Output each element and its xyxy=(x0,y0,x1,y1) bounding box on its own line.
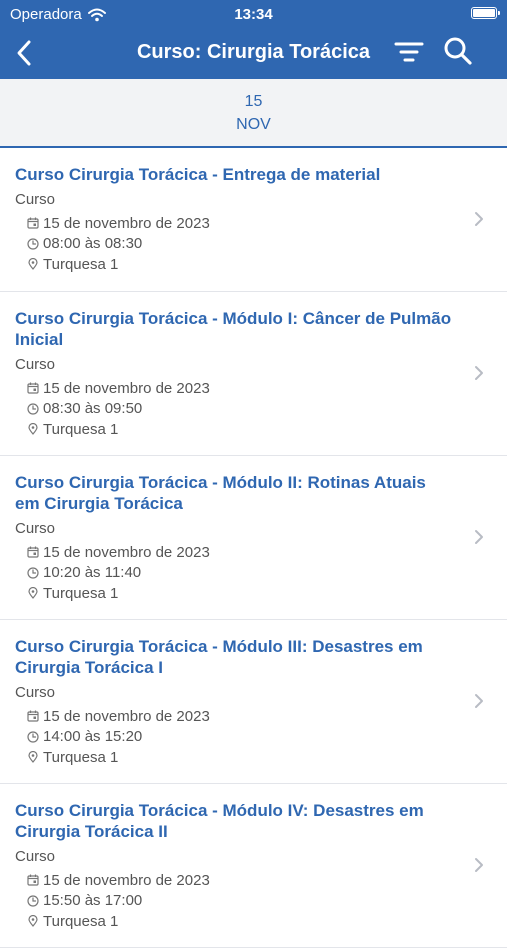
clock-icon xyxy=(27,895,39,907)
chevron-right-icon xyxy=(475,530,483,544)
chevron-right-icon xyxy=(475,366,483,380)
event-time: 15:50 às 17:00 xyxy=(43,892,143,910)
event-location: Turquesa 1 xyxy=(43,420,119,438)
event-type: Curso xyxy=(15,356,56,373)
clock-icon xyxy=(27,567,39,579)
event-type: Curso xyxy=(15,520,56,537)
event-type: Curso xyxy=(15,191,56,208)
event-location: Turquesa 1 xyxy=(43,255,119,273)
event-meta: 15 de novembro de 2023 08:30 às 09:50 Tu… xyxy=(27,378,507,440)
chevron-right-icon xyxy=(475,858,483,872)
filter-icon[interactable] xyxy=(394,38,424,66)
event-item[interactable]: Curso Cirurgia Torácica - Módulo I: Cânc… xyxy=(0,292,507,456)
event-title: Curso Cirurgia Torácica - Entrega de mat… xyxy=(15,165,381,184)
date-selector[interactable]: 15 NOV xyxy=(0,79,507,148)
battery-icon xyxy=(471,7,500,19)
calendar-icon xyxy=(27,382,39,394)
map-pin-icon xyxy=(28,751,38,764)
calendar-icon xyxy=(27,546,39,558)
event-location: Turquesa 1 xyxy=(43,748,119,766)
event-time: 08:00 às 08:30 xyxy=(43,235,143,253)
event-title: Curso Cirurgia Torácica - Módulo IV: Des… xyxy=(15,801,424,841)
event-meta: 15 de novembro de 2023 10:20 às 11:40 Tu… xyxy=(27,542,507,604)
event-date: 15 de novembro de 2023 xyxy=(43,214,210,232)
chevron-right-icon xyxy=(475,694,483,708)
clock-icon xyxy=(27,238,39,250)
status-bar: Operadora 13:34 xyxy=(0,0,507,28)
clock-icon xyxy=(27,731,39,743)
event-item[interactable]: Curso Cirurgia Torácica - Módulo IV: Des… xyxy=(0,784,507,948)
calendar-icon xyxy=(27,217,39,229)
event-item[interactable]: Curso Cirurgia Torácica - Entrega de mat… xyxy=(0,148,507,292)
search-icon[interactable] xyxy=(442,35,474,67)
event-time: 08:30 às 09:50 xyxy=(43,400,143,418)
status-time: 13:34 xyxy=(234,6,273,23)
event-date: 15 de novembro de 2023 xyxy=(43,379,210,397)
event-location: Turquesa 1 xyxy=(43,912,119,930)
clock-icon xyxy=(27,403,39,415)
event-list: Curso Cirurgia Torácica - Entrega de mat… xyxy=(0,148,507,948)
date-day: 15 xyxy=(244,93,263,110)
map-pin-icon xyxy=(28,423,38,436)
event-type: Curso xyxy=(15,684,56,701)
map-pin-icon xyxy=(28,915,38,928)
map-pin-icon xyxy=(28,587,38,600)
event-item[interactable]: Curso Cirurgia Torácica - Módulo III: De… xyxy=(0,620,507,784)
event-date: 15 de novembro de 2023 xyxy=(43,871,210,889)
page-title: Curso: Cirurgia Torácica xyxy=(136,41,371,63)
calendar-icon xyxy=(27,874,39,886)
event-date: 15 de novembro de 2023 xyxy=(43,543,210,561)
event-title: Curso Cirurgia Torácica - Módulo II: Rot… xyxy=(15,473,426,513)
event-title: Curso Cirurgia Torácica - Módulo III: De… xyxy=(15,637,423,677)
calendar-icon xyxy=(27,710,39,722)
event-location: Turquesa 1 xyxy=(43,584,119,602)
event-meta: 15 de novembro de 2023 15:50 às 17:00 Tu… xyxy=(27,870,507,932)
date-month: NOV xyxy=(236,116,271,133)
map-pin-icon xyxy=(28,258,38,271)
chevron-right-icon xyxy=(475,212,483,226)
app-header: Operadora 13:34 Curso: Cirurgia Torácica xyxy=(0,0,507,79)
event-time: 14:00 às 15:20 xyxy=(43,728,143,746)
event-item[interactable]: Curso Cirurgia Torácica - Módulo II: Rot… xyxy=(0,456,507,620)
event-meta: 15 de novembro de 2023 08:00 às 08:30 Tu… xyxy=(27,213,507,275)
event-date: 15 de novembro de 2023 xyxy=(43,707,210,725)
event-type: Curso xyxy=(15,848,56,865)
navigation-bar: Curso: Cirurgia Torácica xyxy=(0,28,507,79)
event-time: 10:20 às 11:40 xyxy=(43,564,142,582)
event-title: Curso Cirurgia Torácica - Módulo I: Cânc… xyxy=(15,309,452,349)
event-meta: 15 de novembro de 2023 14:00 às 15:20 Tu… xyxy=(27,706,507,768)
